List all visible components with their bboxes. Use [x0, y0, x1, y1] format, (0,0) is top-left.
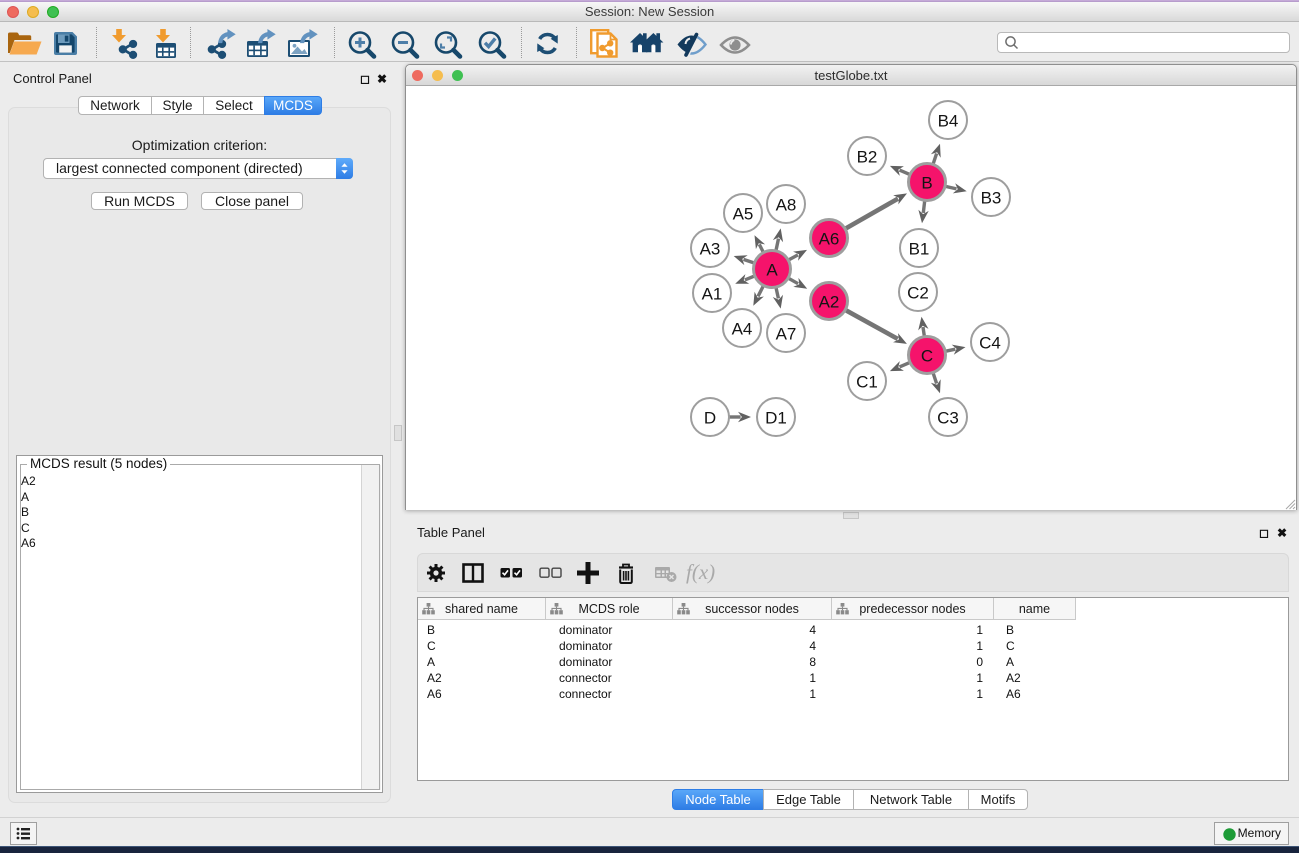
- svg-text:A5: A5: [733, 205, 754, 224]
- svg-text:A8: A8: [776, 196, 797, 215]
- svg-text:A3: A3: [700, 240, 721, 259]
- svg-text:B3: B3: [981, 189, 1002, 208]
- svg-text:A2: A2: [819, 293, 840, 312]
- svg-text:C4: C4: [979, 334, 1001, 353]
- svg-text:D: D: [704, 409, 716, 428]
- svg-text:A7: A7: [776, 325, 797, 344]
- svg-text:A1: A1: [702, 285, 723, 304]
- svg-text:C1: C1: [856, 373, 878, 392]
- svg-text:B1: B1: [909, 240, 930, 259]
- svg-text:C2: C2: [907, 284, 929, 303]
- svg-text:A6: A6: [819, 230, 840, 249]
- svg-text:D1: D1: [765, 409, 787, 428]
- svg-text:A4: A4: [732, 320, 753, 339]
- svg-text:B2: B2: [857, 148, 878, 167]
- svg-text:C: C: [921, 347, 933, 366]
- svg-text:B4: B4: [938, 112, 959, 131]
- svg-text:B: B: [921, 174, 932, 193]
- svg-text:C3: C3: [937, 409, 959, 428]
- svg-text:A: A: [766, 261, 778, 280]
